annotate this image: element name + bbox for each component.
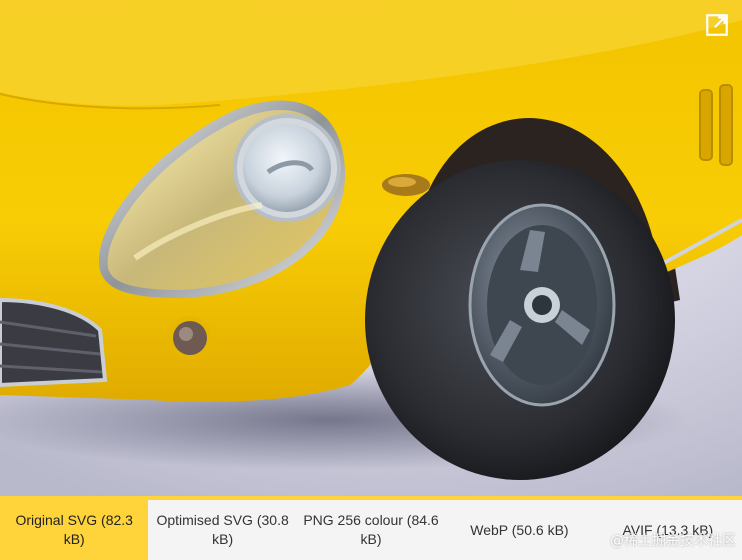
tab-png-256-colour[interactable]: PNG 256 colour (84.6 kB): [297, 500, 445, 560]
image-comparison-widget: Original SVG (82.3 kB) Optimised SVG (30…: [0, 0, 742, 560]
image-viewer: [0, 0, 742, 496]
open-in-new-button[interactable]: [702, 10, 732, 40]
format-tab-bar: Original SVG (82.3 kB) Optimised SVG (30…: [0, 496, 742, 560]
tab-avif[interactable]: AVIF (13.3 kB): [594, 500, 742, 560]
tab-label: WebP (50.6 kB): [470, 521, 569, 538]
tab-optimised-svg[interactable]: Optimised SVG (30.8 kB): [148, 500, 296, 560]
tab-original-svg[interactable]: Original SVG (82.3 kB): [0, 500, 149, 560]
tab-label: Original SVG (82.3 kB): [15, 512, 133, 547]
car-illustration: [0, 0, 742, 496]
tab-label: PNG 256 colour (84.6 kB): [303, 512, 439, 547]
open-in-new-icon: [706, 14, 728, 36]
tab-label: AVIF (13.3 kB): [622, 521, 714, 538]
tab-webp[interactable]: WebP (50.6 kB): [445, 500, 593, 560]
tab-label: Optimised SVG (30.8 kB): [156, 512, 289, 547]
